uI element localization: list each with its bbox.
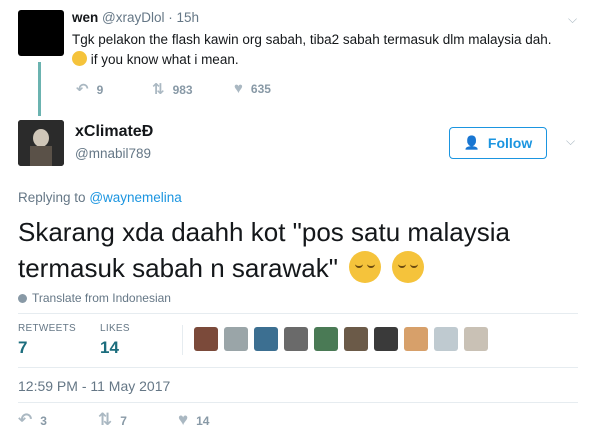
- parent-text-line1: Tgk pelakon the flash kawin org sabah, t…: [72, 32, 552, 47]
- parent-author-name[interactable]: wen: [72, 10, 98, 25]
- liker-avatar[interactable]: [284, 327, 308, 351]
- parent-like-button[interactable]: ♥ 635: [234, 80, 271, 97]
- liker-avatars: [194, 327, 488, 351]
- main-retweet-button[interactable]: ⇅ 7: [98, 410, 127, 430]
- retweet-icon: ⇅: [152, 81, 165, 98]
- liker-avatar[interactable]: [194, 327, 218, 351]
- retweets-count: 7: [18, 338, 28, 357]
- parent-like-count: 635: [250, 82, 271, 96]
- add-person-icon: 👤: [463, 135, 480, 150]
- divider: [18, 402, 578, 403]
- retweet-icon: ⇅: [98, 410, 113, 429]
- liker-avatar[interactable]: [224, 327, 248, 351]
- liker-avatar[interactable]: [254, 327, 278, 351]
- main-avatar[interactable]: [18, 120, 64, 166]
- main-author-name[interactable]: xClimateÐ: [75, 123, 153, 141]
- heart-icon: ♥: [178, 410, 189, 429]
- parent-time[interactable]: 15h: [177, 10, 200, 25]
- parent-reply-button[interactable]: ↶ 9: [76, 80, 103, 98]
- liker-avatar[interactable]: [404, 327, 428, 351]
- chevron-down-icon[interactable]: ⌵: [568, 12, 577, 27]
- main-like-button[interactable]: ♥ 14: [178, 410, 209, 430]
- main-text-line2: termasuk sabah n sarawak": [18, 253, 338, 283]
- divider: [18, 367, 578, 368]
- stats-divider: [182, 325, 183, 355]
- likes-count: 14: [100, 338, 119, 357]
- reply-icon: ↶: [76, 81, 89, 98]
- reply-icon: ↶: [18, 410, 33, 429]
- translate-link[interactable]: Translate from Indonesian: [18, 291, 171, 305]
- relieved-face-emoji-icon: [392, 251, 425, 283]
- liker-avatar[interactable]: [314, 327, 338, 351]
- parent-reply-count: 9: [96, 83, 104, 97]
- relieved-face-emoji-icon: [349, 251, 382, 283]
- main-reply-count: 3: [40, 414, 47, 428]
- globe-icon: [18, 294, 27, 303]
- parent-retweet-count: 983: [172, 83, 193, 97]
- tears-of-joy-emoji-icon: [72, 51, 87, 66]
- liker-avatar[interactable]: [464, 327, 488, 351]
- parent-separator: ·: [168, 10, 173, 25]
- follow-label: Follow: [487, 135, 533, 151]
- replying-to: Replying to @waynemelina: [18, 190, 182, 205]
- liker-avatar[interactable]: [374, 327, 398, 351]
- translate-label: Translate from Indonesian: [32, 291, 171, 305]
- likes-label: LIKES: [100, 323, 130, 334]
- heart-icon: ♥: [234, 80, 243, 97]
- follow-button[interactable]: 👤 Follow: [449, 127, 547, 159]
- main-retweet-count: 7: [120, 414, 127, 428]
- liker-avatar[interactable]: [434, 327, 458, 351]
- parent-author-handle[interactable]: @xrayDlol: [102, 10, 164, 25]
- parent-retweet-button[interactable]: ⇅ 983: [152, 80, 193, 98]
- replying-to-prefix: Replying to: [18, 190, 86, 205]
- main-text-line1: Skarang xda daahh kot "pos satu malaysia: [18, 217, 510, 247]
- retweets-label: RETWEETS: [18, 323, 76, 334]
- main-author-handle[interactable]: @mnabil789: [75, 146, 151, 161]
- chevron-down-icon[interactable]: ⌵: [566, 134, 575, 149]
- parent-tweet-header: wen @xrayDlol · 15h: [72, 10, 199, 25]
- main-reply-button[interactable]: ↶ 3: [18, 410, 47, 430]
- parent-text-line2: if you know what i mean.: [90, 52, 239, 67]
- main-like-count: 14: [196, 414, 210, 428]
- replying-to-link[interactable]: @waynemelina: [89, 190, 182, 205]
- thread-line: [38, 62, 41, 116]
- likes-stat[interactable]: LIKES 14: [100, 323, 130, 358]
- liker-avatar[interactable]: [344, 327, 368, 351]
- parent-tweet-text: Tgk pelakon the flash kawin org sabah, t…: [72, 30, 587, 70]
- main-tweet-text: Skarang xda daahh kot "pos satu malaysia…: [18, 214, 578, 286]
- divider: [18, 313, 578, 314]
- tweet-timestamp[interactable]: 12:59 PM - 11 May 2017: [18, 378, 170, 394]
- retweets-stat[interactable]: RETWEETS 7: [18, 323, 76, 358]
- parent-avatar[interactable]: [18, 10, 64, 56]
